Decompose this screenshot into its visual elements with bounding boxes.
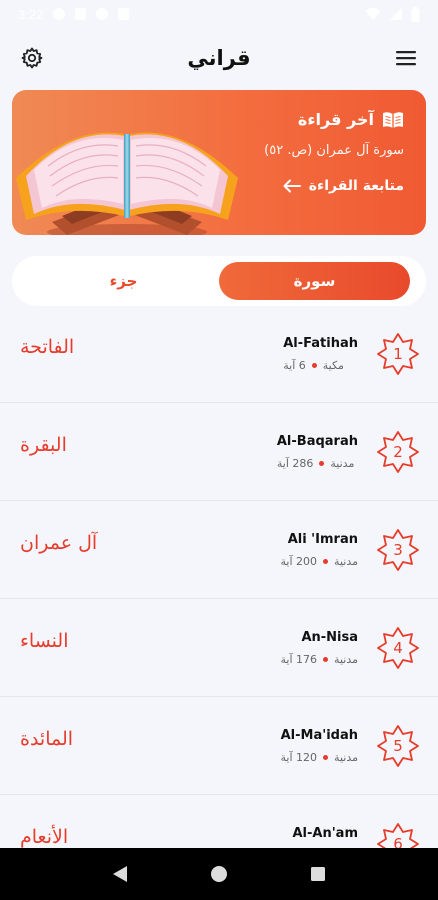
hamburger-menu-icon bbox=[396, 51, 416, 66]
surah-arabic-name: آل عمران bbox=[20, 532, 98, 554]
surah-row-6[interactable]: الأنعام Al-An'am 6 bbox=[0, 796, 438, 848]
surah-number: 2 bbox=[393, 443, 403, 461]
surah-number-badge: 3 bbox=[376, 528, 420, 572]
meta-separator-dot bbox=[323, 559, 329, 564]
surah-name: Al-Fatihah bbox=[283, 336, 358, 351]
surah-verse-count: 200 آية bbox=[280, 555, 318, 568]
last-read-info: آخر قراءة سورة آل عمران (ص. ٥٢) متابعة ا… bbox=[264, 110, 404, 194]
surah-info: Al-Baqarah مدنية 286 آية bbox=[277, 434, 358, 470]
surah-type: مدنية bbox=[334, 751, 358, 764]
gear-icon bbox=[21, 47, 43, 69]
surah-type: مكية bbox=[322, 359, 344, 372]
surah-info: An-Nisa مدنية 176 آية bbox=[281, 630, 358, 666]
recents-button[interactable] bbox=[303, 859, 333, 889]
surah-juz-tabs: جزء سورة bbox=[12, 256, 426, 306]
arrow-left-icon bbox=[283, 179, 301, 193]
surah-arabic-name: الأنعام bbox=[20, 826, 69, 848]
home-button[interactable] bbox=[204, 859, 234, 889]
continue-reading-label: متابعة القراءة bbox=[308, 178, 404, 194]
surah-name: Al-Baqarah bbox=[276, 434, 358, 449]
wifi-icon bbox=[365, 8, 381, 20]
status-left: 3:22 bbox=[18, 6, 130, 22]
sim-notification-icon bbox=[75, 8, 87, 20]
surah-number: 4 bbox=[393, 639, 403, 657]
meta-separator-dot bbox=[319, 461, 325, 466]
surah-name: Ali 'Imran bbox=[287, 532, 358, 547]
surah-number: 5 bbox=[393, 737, 403, 755]
surah-arabic-name: الفاتحة bbox=[20, 336, 75, 358]
surah-arabic-name: النساء bbox=[20, 630, 69, 652]
surah-type: مدنية bbox=[334, 555, 358, 568]
surah-arabic-name: البقرة bbox=[20, 434, 67, 456]
tab-surah[interactable]: سورة bbox=[219, 262, 410, 300]
surah-type: مدنية bbox=[330, 457, 355, 470]
continue-reading-button[interactable]: متابعة القراءة bbox=[264, 178, 404, 194]
app-bar: قراني bbox=[0, 36, 438, 80]
surah-number-badge: 6 bbox=[376, 822, 420, 848]
surah-meta: مدنية 286 آية bbox=[277, 457, 358, 470]
surah-number-badge: 5 bbox=[376, 724, 420, 768]
recents-square-icon bbox=[311, 867, 326, 881]
surah-number-badge: 4 bbox=[376, 626, 420, 670]
battery-icon bbox=[411, 6, 420, 22]
meta-separator-dot bbox=[311, 363, 317, 368]
settings-notification-icon bbox=[53, 8, 66, 20]
surah-arabic-name: المائدة bbox=[20, 728, 74, 750]
surah-verse-count: 120 آية bbox=[280, 751, 318, 764]
surah-meta: مدنية 176 آية bbox=[281, 653, 358, 666]
system-navigation-bar bbox=[0, 848, 438, 900]
last-read-heading-row: آخر قراءة bbox=[264, 110, 404, 129]
open-quran-illustration bbox=[16, 132, 238, 235]
surah-number: 3 bbox=[393, 541, 403, 559]
surah-type: مدنية bbox=[334, 653, 358, 666]
surah-row-4[interactable]: النساء An-Nisa مدنية 176 آية 4 bbox=[0, 600, 438, 697]
surah-meta: مدنية 200 آية bbox=[281, 555, 358, 568]
last-read-surah: سورة آل عمران (ص. ٥٢) bbox=[264, 143, 404, 158]
back-button[interactable] bbox=[105, 859, 135, 889]
meta-separator-dot bbox=[323, 755, 329, 760]
status-right bbox=[365, 6, 420, 22]
surah-verse-count: 176 آية bbox=[280, 653, 318, 666]
surah-name: Al-Ma'idah bbox=[280, 728, 358, 743]
signal-icon bbox=[390, 8, 402, 20]
surah-number: 1 bbox=[393, 345, 403, 363]
surah-number: 6 bbox=[393, 835, 403, 848]
surah-row-1[interactable]: الفاتحة Al-Fatihah مكية 6 آية 1 bbox=[0, 306, 438, 403]
tab-juz[interactable]: جزء bbox=[28, 262, 219, 300]
surah-meta: مكية 6 آية bbox=[283, 359, 358, 372]
open-book-icon bbox=[383, 111, 403, 128]
surah-verse-count: 6 آية bbox=[283, 359, 306, 372]
surah-number-badge: 1 bbox=[376, 332, 420, 376]
app-title: قراني bbox=[187, 46, 251, 70]
surah-row-2[interactable]: البقرة Al-Baqarah مدنية 286 آية 2 bbox=[0, 404, 438, 501]
surah-number-badge: 2 bbox=[376, 430, 420, 474]
storage-notification-icon bbox=[118, 8, 130, 20]
surah-list: الفاتحة Al-Fatihah مكية 6 آية 1 البقرة A… bbox=[0, 306, 438, 848]
surah-row-5[interactable]: المائدة Al-Ma'idah مدنية 120 آية 5 bbox=[0, 698, 438, 795]
meta-separator-dot bbox=[323, 657, 329, 662]
surah-info: Ali 'Imran مدنية 200 آية bbox=[281, 532, 358, 568]
surah-row-3[interactable]: آل عمران Ali 'Imran مدنية 200 آية 3 bbox=[0, 502, 438, 599]
settings-button[interactable] bbox=[18, 44, 46, 72]
last-read-card[interactable]: آخر قراءة سورة آل عمران (ص. ٥٢) متابعة ا… bbox=[12, 90, 426, 235]
status-time: 3:22 bbox=[18, 6, 44, 22]
surah-verse-count: 286 آية bbox=[276, 457, 314, 470]
last-read-heading: آخر قراءة bbox=[297, 110, 374, 129]
status-bar: 3:22 bbox=[0, 0, 438, 28]
surah-meta: مدنية 120 آية bbox=[281, 751, 358, 764]
surah-info: Al-Fatihah مكية 6 آية bbox=[283, 336, 358, 372]
drive-notification-icon bbox=[96, 8, 109, 20]
surah-name: Al-An'am bbox=[292, 826, 358, 841]
surah-info: Al-An'am bbox=[292, 826, 358, 841]
surah-name: An-Nisa bbox=[301, 630, 358, 645]
menu-button[interactable] bbox=[392, 44, 420, 72]
home-circle-icon bbox=[210, 866, 227, 882]
back-triangle-icon bbox=[112, 866, 127, 882]
surah-info: Al-Ma'idah مدنية 120 آية bbox=[281, 728, 358, 764]
